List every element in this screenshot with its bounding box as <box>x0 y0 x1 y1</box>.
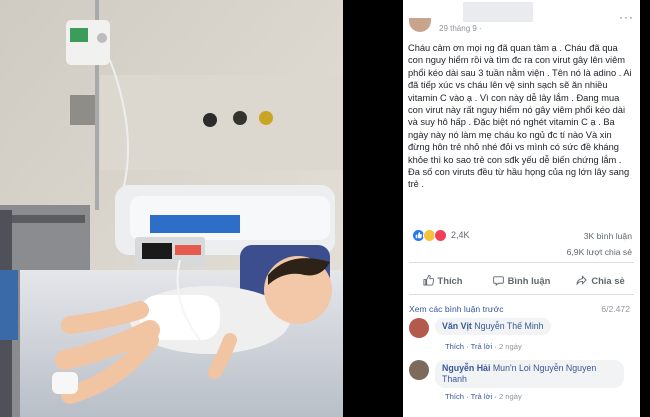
comment-bubble: Nguyễn Hải Mun'n Loi Nguyễn Nguyen Thanh <box>435 360 624 388</box>
comment-meta: Thích · Trả lời · 2 ngày <box>445 342 522 351</box>
comment-icon <box>492 275 504 286</box>
dark-backdrop-right <box>640 0 650 417</box>
comment-text[interactable]: Nguyễn Thế Minh <box>474 321 543 331</box>
reaction-summary[interactable]: 2,4K <box>412 228 470 242</box>
comment-page-count: 6/2.472 <box>601 304 630 314</box>
post-actions: Thích Bình luận Chia sẻ <box>403 268 640 292</box>
divider <box>409 262 634 263</box>
author-name-redacted <box>463 2 533 22</box>
dark-backdrop <box>343 0 403 417</box>
post-header: 29 tháng 9 · ··· <box>403 0 640 36</box>
post-photo[interactable] <box>0 0 343 417</box>
author-avatar[interactable] <box>409 18 431 32</box>
hospital-baby-photo <box>0 0 343 417</box>
post-text: Cháu cảm ơn mọi ng đã quan tâm ạ . Cháu … <box>408 43 635 190</box>
thumbs-up-icon <box>422 274 434 286</box>
view-previous-comments[interactable]: Xem các bình luận trước <box>409 304 504 314</box>
comment-count[interactable]: 3K bình luận <box>584 231 632 241</box>
comment-reply-link[interactable]: Trả lời <box>471 392 493 401</box>
divider <box>409 294 634 295</box>
share-count[interactable]: 6,9K lượt chia sẻ <box>567 247 632 257</box>
reaction-count: 2,4K <box>451 230 470 240</box>
comment-button[interactable]: Bình luận <box>482 268 561 292</box>
commenter-avatar[interactable] <box>409 360 429 380</box>
like-label: Thích <box>437 274 463 286</box>
share-button[interactable]: Chia sẻ <box>561 268 640 292</box>
commenter-avatar[interactable] <box>409 318 429 338</box>
share-label: Chia sẻ <box>591 274 625 286</box>
comment-bubble: Văn Vịt Nguyễn Thế Minh <box>435 318 551 335</box>
like-button[interactable]: Thích <box>403 268 482 292</box>
comment-time[interactable]: 2 ngày <box>499 392 522 401</box>
commenter-name[interactable]: Nguyễn Hải <box>442 363 490 373</box>
comment-like-link[interactable]: Thích <box>445 342 464 351</box>
commenter-name[interactable]: Văn Vịt <box>442 321 472 331</box>
post-date[interactable]: 29 tháng 9 · <box>439 24 482 33</box>
comment-reply-link[interactable]: Trả lời <box>471 342 493 351</box>
more-options-icon[interactable]: ··· <box>619 10 634 24</box>
comment-time[interactable]: 2 ngày <box>499 342 522 351</box>
love-reaction-icon <box>434 228 447 242</box>
comment-like-link[interactable]: Thích <box>445 392 464 401</box>
post-panel: 29 tháng 9 · ··· Cháu cảm ơn mọi ng đã q… <box>403 0 640 417</box>
share-icon <box>576 274 588 285</box>
comment-label: Bình luận <box>507 274 551 286</box>
comment-meta: Thích · Trả lời · 2 ngày <box>445 392 522 401</box>
